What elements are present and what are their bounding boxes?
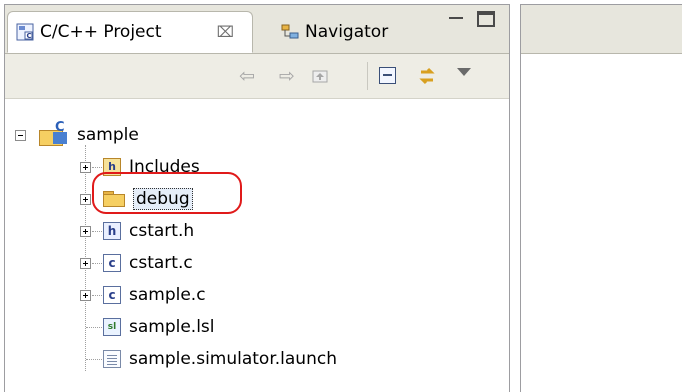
tree-branch <box>92 231 102 232</box>
tab-navigator-label: Navigator <box>305 22 389 42</box>
tree-branch <box>92 263 102 264</box>
tree-item-sample-c[interactable]: c sample.c <box>103 280 206 310</box>
editor-tab-bar <box>521 5 682 54</box>
view-toolbar: ⇦ ⇨ <box>5 54 509 99</box>
svg-text:C: C <box>27 32 32 40</box>
expand-icon[interactable] <box>80 290 91 301</box>
tree-item-label: sample.lsl <box>129 317 215 337</box>
forward-icon[interactable]: ⇨ <box>279 66 295 86</box>
view-menu-icon[interactable] <box>457 68 471 76</box>
tree-item-cstart-c[interactable]: c cstart.c <box>103 248 193 278</box>
collapse-all-icon[interactable] <box>379 67 396 84</box>
tree-branch <box>86 359 102 360</box>
expand-icon[interactable] <box>80 226 91 237</box>
toolbar-separator <box>367 62 368 90</box>
c-file-icon: c <box>103 254 121 272</box>
project-tree: C sample h Includes debug h cstart.h c c… <box>5 99 509 392</box>
cpp-project-icon: C <box>39 120 69 148</box>
close-tab-icon[interactable]: ⌧ <box>217 23 244 41</box>
expand-icon[interactable] <box>80 162 91 173</box>
go-up-icon[interactable] <box>311 67 329 85</box>
tree-item-project[interactable]: C sample <box>39 120 139 150</box>
tab-navigator[interactable]: Navigator <box>273 11 435 53</box>
project-label: sample <box>77 125 139 145</box>
maximize-icon[interactable] <box>477 11 495 27</box>
expand-icon[interactable] <box>80 258 91 269</box>
view-tab-bar: C C/C++ Project ⌧ Navigator <box>5 5 509 54</box>
highlight-annotation <box>92 172 242 214</box>
tab-cpp-project-label: C/C++ Project <box>40 22 162 42</box>
tree-item-label: sample.c <box>129 285 206 305</box>
lsl-file-icon: sl <box>103 318 121 336</box>
tree-branch <box>92 295 102 296</box>
h-file-icon: h <box>103 222 121 240</box>
navigator-view-icon <box>281 23 299 41</box>
c-file-icon: c <box>103 286 121 304</box>
tree-item-label: cstart.c <box>129 253 193 273</box>
back-icon[interactable]: ⇦ <box>239 66 255 86</box>
project-explorer-panel: C C/C++ Project ⌧ Navigator ⇦ ⇨ C sample… <box>4 4 510 392</box>
tree-branch <box>86 327 102 328</box>
cpp-project-view-icon: C <box>16 23 34 41</box>
launch-file-icon <box>103 350 121 368</box>
collapse-icon[interactable] <box>15 130 26 141</box>
editor-area-panel <box>520 4 682 392</box>
tree-item-label: cstart.h <box>129 221 195 241</box>
tree-branch <box>92 167 102 168</box>
tree-item-sample-simulator-launch[interactable]: sample.simulator.launch <box>103 344 337 374</box>
tree-item-cstart-h[interactable]: h cstart.h <box>103 216 194 246</box>
tree-item-label: sample.simulator.launch <box>129 349 337 369</box>
expand-icon[interactable] <box>80 194 91 205</box>
tab-cpp-project[interactable]: C C/C++ Project ⌧ <box>7 11 253 53</box>
minimize-icon[interactable] <box>447 11 465 27</box>
tree-item-sample-lsl[interactable]: sl sample.lsl <box>103 312 215 342</box>
link-with-editor-icon[interactable] <box>415 64 439 92</box>
